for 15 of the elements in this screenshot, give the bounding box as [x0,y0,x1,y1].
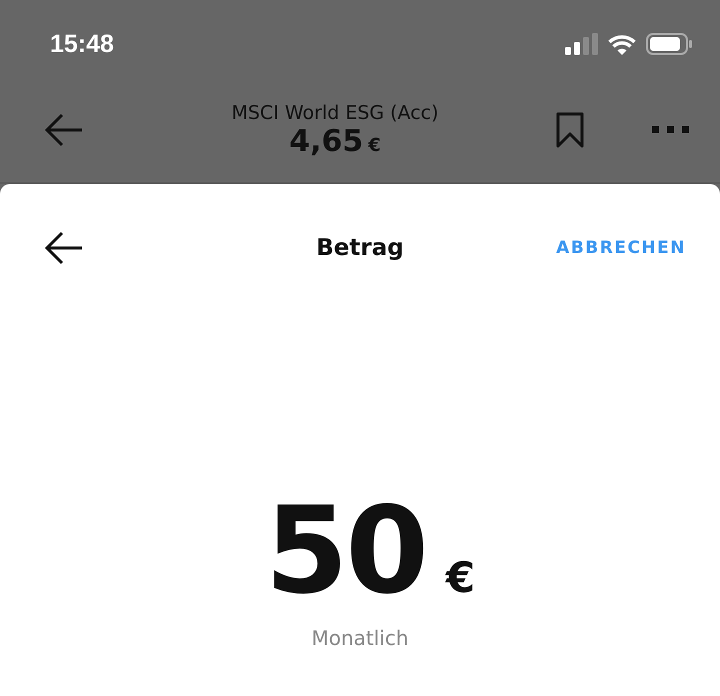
fund-price: 4,65 € [289,124,381,158]
more-icon [652,126,690,134]
fund-name: MSCI World ESG (Acc) [231,102,439,124]
sheet-title: Betrag [316,235,404,261]
amount-value: 50 [264,492,426,612]
status-time: 15:48 [50,30,114,58]
back-arrow-icon [44,231,84,265]
back-arrow-icon [44,113,84,147]
cancel-button[interactable]: ABBRECHEN [550,237,692,259]
wifi-icon [608,34,636,54]
currency-symbol: € [446,553,476,602]
battery-icon [646,33,692,55]
bookmark-icon [556,112,584,148]
frequency-label: Monatlich [311,626,409,650]
signal-icon [565,33,598,55]
